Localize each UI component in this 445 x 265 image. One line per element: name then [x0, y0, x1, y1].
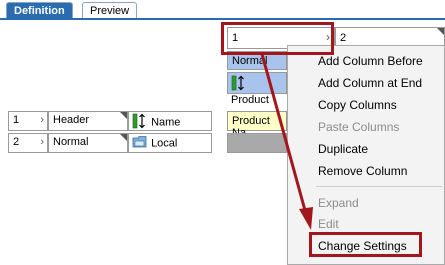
- dropdown-corner-icon: [437, 28, 444, 35]
- column-cell-header-value[interactable]: Product Na: [227, 111, 287, 139]
- cell-text: Normal: [232, 55, 268, 67]
- chevron-right-icon[interactable]: ›: [40, 136, 44, 148]
- row-1-name[interactable]: Name: [128, 111, 212, 131]
- highlight-change-settings: [309, 232, 422, 257]
- row-type-text: Normal: [53, 136, 89, 148]
- row-2-name[interactable]: Local: [128, 133, 212, 153]
- folder-icon: [132, 135, 148, 152]
- menu-item-edit[interactable]: Edit: [318, 217, 339, 231]
- row-name-text: Local: [151, 137, 178, 150]
- menu-item-expand[interactable]: Expand: [318, 196, 359, 210]
- row-type-text: Header: [53, 114, 90, 126]
- row-2-type[interactable]: Normal: [48, 133, 128, 153]
- chevron-right-icon[interactable]: ›: [40, 114, 44, 126]
- menu-item-duplicate[interactable]: Duplicate: [318, 142, 368, 156]
- menu-item-add-column-at-end[interactable]: Add Column at End: [318, 76, 422, 90]
- menu-item-add-column-before[interactable]: Add Column Before: [318, 54, 423, 68]
- highlight-column-header: [221, 22, 334, 55]
- tab-definition[interactable]: Definition: [6, 2, 73, 19]
- row-1-type[interactable]: Header: [48, 111, 128, 131]
- dropdown-corner-icon: [120, 134, 127, 141]
- menu-item-remove-column[interactable]: Remove Column: [318, 164, 407, 178]
- menu-item-copy-columns[interactable]: Copy Columns: [318, 98, 397, 112]
- row-number: 2: [13, 136, 20, 148]
- column-cell-normal-value[interactable]: [227, 133, 287, 153]
- tab-underline: [0, 18, 445, 20]
- row-2-number[interactable]: 2 ›: [8, 133, 48, 153]
- field-icon: [231, 75, 247, 94]
- column-cell-field[interactable]: Product: [227, 72, 287, 106]
- field-icon: [132, 113, 148, 132]
- menu-item-paste-columns[interactable]: Paste Columns: [318, 120, 399, 134]
- tab-preview[interactable]: Preview: [82, 2, 138, 19]
- row-number: 1: [13, 114, 20, 126]
- column-header-label: 2: [340, 32, 347, 44]
- dropdown-corner-icon: [120, 112, 127, 119]
- row-1-number[interactable]: 1 ›: [8, 111, 48, 131]
- menu-separator: [316, 186, 442, 187]
- row-name-text: Name: [151, 116, 181, 129]
- cell-text: Product: [231, 94, 269, 106]
